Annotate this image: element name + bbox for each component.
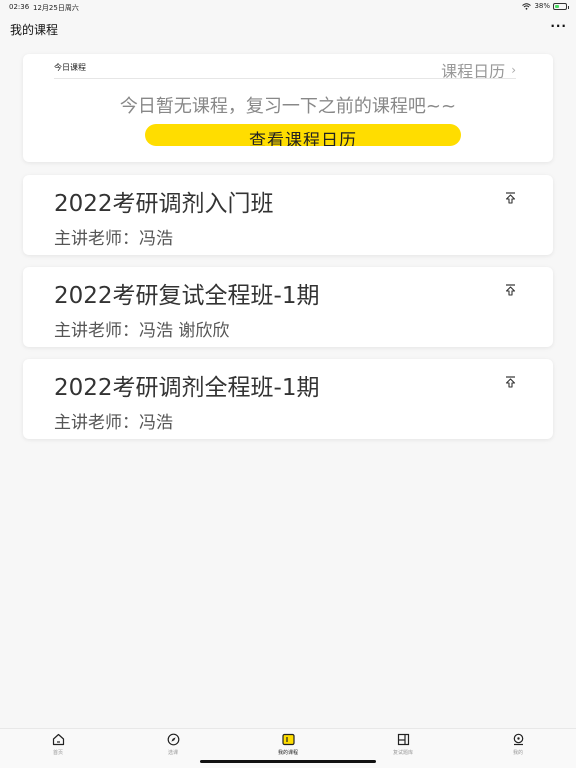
status-bar: 02:36 12月25日周六 38% [0,0,576,14]
tab-label: 我的 [512,750,523,756]
compass-icon [143,733,203,747]
status-date: 12月25日周六 [33,4,79,12]
course-title: 2022考研复试全程班-1期 [54,283,320,309]
question-bank-icon [373,733,433,747]
course-card[interactable]: 2022考研调剂全程班-1期 主讲老师：冯浩 [23,359,553,439]
tab-label: 复试题库 [392,750,413,756]
tab-label: 我的课程 [277,750,298,756]
pin-to-top-icon[interactable] [505,284,516,296]
pin-to-top-icon[interactable] [505,376,516,388]
status-indicators: 38% [522,2,569,10]
nav-bar: 我的课程 ··· [0,14,576,42]
tab-label: 选课 [167,750,178,756]
tab-home[interactable]: 首页 [28,733,88,756]
home-indicator [200,760,376,763]
battery-icon [553,2,569,10]
view-calendar-button[interactable]: 查看课程日历 [145,124,461,146]
pin-to-top-icon[interactable] [505,192,516,204]
battery-level [555,4,559,8]
page-title: 我的课程 [10,23,59,37]
course-card[interactable]: 2022考研调剂入门班 主讲老师：冯浩 [23,175,553,255]
more-button[interactable]: ··· [550,19,567,33]
home-icon [28,733,88,747]
tab-question-bank[interactable]: 复试题库 [373,733,433,756]
tab-my-courses[interactable]: 我的课程 [258,733,318,756]
wifi-icon [522,2,532,10]
course-teacher: 主讲老师：冯浩 谢欣欣 [54,321,230,341]
view-calendar-button-label: 查看课程日历 [249,131,357,146]
battery-percent: 38% [534,2,550,10]
profile-icon [488,733,548,747]
course-title: 2022考研调剂入门班 [54,191,274,217]
tab-select-course[interactable]: 选课 [143,733,203,756]
status-time: 02:36 [9,3,30,11]
course-teacher: 主讲老师：冯浩 [54,413,173,433]
tab-profile[interactable]: 我的 [488,733,548,756]
today-course-label: 今日课程 [54,63,86,72]
chevron-right-icon: › [511,63,516,77]
my-courses-icon [258,733,318,747]
divider [54,78,516,79]
empty-message: 今日暂无课程，复习一下之前的课程吧~~ [119,96,457,117]
course-teacher: 主讲老师：冯浩 [54,229,173,249]
tab-label: 首页 [52,750,63,756]
course-title: 2022考研调剂全程班-1期 [54,375,320,401]
today-course-card: 今日课程 课程日历 › 今日暂无课程，复习一下之前的课程吧~~ 查看课程日历 [23,54,553,162]
course-card[interactable]: 2022考研复试全程班-1期 主讲老师：冯浩 谢欣欣 [23,267,553,347]
